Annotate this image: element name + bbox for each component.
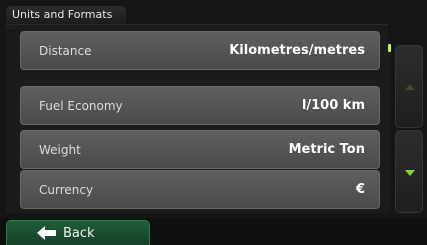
setting-row-currency[interactable]: Currency €: [20, 170, 380, 209]
setting-value: l/100 km: [301, 98, 365, 113]
chevron-down-icon: [405, 170, 415, 176]
setting-row-fuel-economy[interactable]: Fuel Economy l/100 km: [20, 86, 380, 125]
setting-label: Currency: [39, 183, 94, 197]
arrow-left-icon: [37, 226, 56, 240]
setting-label: Fuel Economy: [39, 99, 123, 113]
setting-row-weight[interactable]: Weight Metric Ton: [20, 130, 380, 169]
back-button[interactable]: Back: [6, 220, 150, 245]
setting-row-distance[interactable]: Distance Kilometres/metres: [20, 31, 380, 70]
back-label: Back: [63, 226, 95, 241]
setting-value: €: [355, 182, 365, 197]
setting-label: Weight: [39, 143, 81, 157]
page-title: Units and Formats: [12, 8, 113, 21]
scroll-up-button[interactable]: [395, 45, 423, 128]
scrollbar-thumb[interactable]: [388, 44, 391, 52]
scroll-down-button[interactable]: [395, 130, 423, 213]
setting-value: Metric Ton: [288, 142, 365, 157]
chevron-up-icon: [405, 84, 415, 90]
setting-value: Kilometres/metres: [229, 43, 365, 58]
setting-label: Distance: [39, 44, 92, 58]
scrollbar-track[interactable]: [388, 42, 391, 212]
